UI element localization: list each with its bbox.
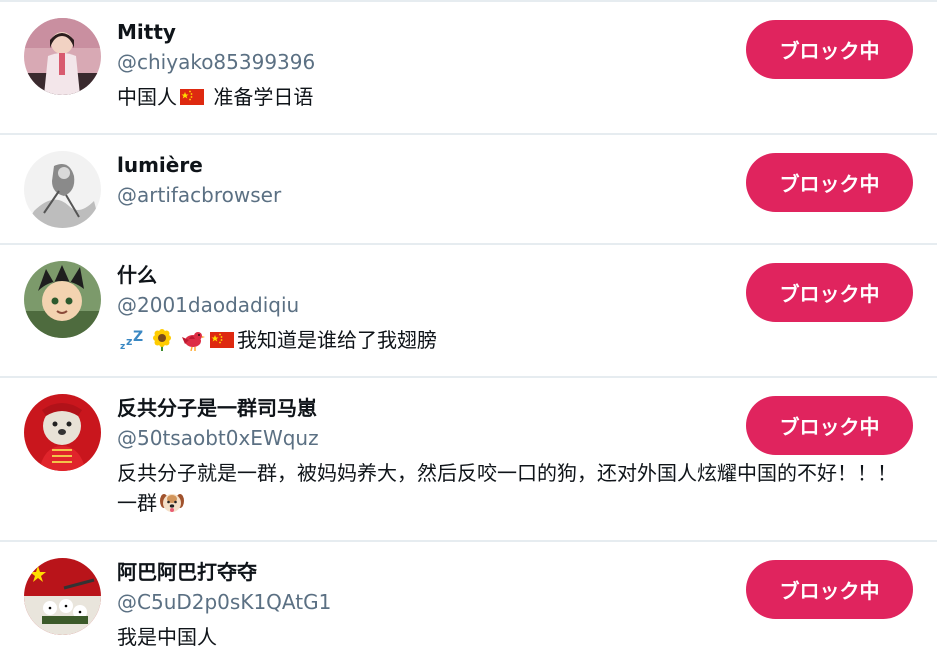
sunflower-icon <box>149 328 175 351</box>
zzz-icon: zzZ <box>119 329 145 351</box>
avatar[interactable] <box>24 261 101 338</box>
avatar[interactable] <box>24 18 101 95</box>
list-item-user-2[interactable]: ブロック中 lumière @artifacbrowser <box>0 135 937 245</box>
svg-text:z: z <box>120 342 125 351</box>
user-handle[interactable]: @50tsaobt0xEWquz <box>117 423 743 453</box>
blocked-button[interactable]: ブロック中 <box>746 153 913 212</box>
display-name[interactable]: 什么 <box>117 260 743 290</box>
avatar[interactable] <box>24 558 101 635</box>
avatar[interactable] <box>24 151 101 228</box>
china-flag-icon <box>179 86 205 108</box>
display-name[interactable]: Mitty <box>117 17 743 47</box>
user-handle[interactable]: @chiyako85399396 <box>117 47 743 77</box>
user-bio: z z Z 我知道是谁给了我翅膀 <box>117 325 743 355</box>
user-handle[interactable]: @artifacbrowser <box>117 180 743 210</box>
list-item-user-4[interactable]: ブロック中 反共分子是一群司马崽 @50tsaobt0xEWquz 反共分子就是… <box>0 378 937 542</box>
user-bio: 中国人 准备学日语 <box>117 82 743 112</box>
china-flag-icon <box>209 329 235 351</box>
svg-text:z: z <box>126 335 132 348</box>
user-handle[interactable]: @C5uD2p0sK1QAtG1 <box>117 587 743 617</box>
svg-text:Z: Z <box>133 329 143 345</box>
bio-text: 我知道是谁给了我翅膀 <box>237 328 437 352</box>
list-item-user-5[interactable]: ブロック中 阿巴阿巴打夺夺 @C5uD2p0sK1QAtG1 我是中国人 <box>0 542 937 669</box>
list-item-user-3[interactable]: ブロック中 什么 @2001daodadiqiu z z Z 我知道是谁给了我翅膀 <box>0 245 937 378</box>
blocked-button[interactable]: ブロック中 <box>746 560 913 619</box>
user-bio: 反共分子就是一群，被妈妈养大，然后反咬一口的狗，还对外国人炫耀中国的不好！！！一… <box>117 458 911 518</box>
bio-text: 中国人 <box>117 85 177 109</box>
bird-icon <box>179 329 205 351</box>
user-handle[interactable]: @2001daodadiqiu <box>117 290 743 320</box>
blocked-button[interactable]: ブロック中 <box>746 396 913 455</box>
blocked-button[interactable]: ブロック中 <box>746 20 913 79</box>
bio-text: 反共分子就是一群，被妈妈养大，然后反咬一口的狗，还对外国人炫耀中国的不好！！！一… <box>117 461 897 515</box>
display-name[interactable]: lumière <box>117 150 743 180</box>
user-bio: 我是中国人 <box>117 625 217 649</box>
blocked-button[interactable]: ブロック中 <box>746 263 913 322</box>
blocked-accounts-list: ブロック中 Mitty @chiyako85399396 中国人 准备学日语 ブ… <box>0 0 937 669</box>
bio-text: 准备学日语 <box>207 85 314 109</box>
dog-face-icon <box>159 492 185 514</box>
display-name[interactable]: 阿巴阿巴打夺夺 <box>117 557 743 587</box>
avatar[interactable] <box>24 394 101 471</box>
display-name[interactable]: 反共分子是一群司马崽 <box>117 393 743 423</box>
list-item-user-1[interactable]: ブロック中 Mitty @chiyako85399396 中国人 准备学日语 <box>0 2 937 135</box>
